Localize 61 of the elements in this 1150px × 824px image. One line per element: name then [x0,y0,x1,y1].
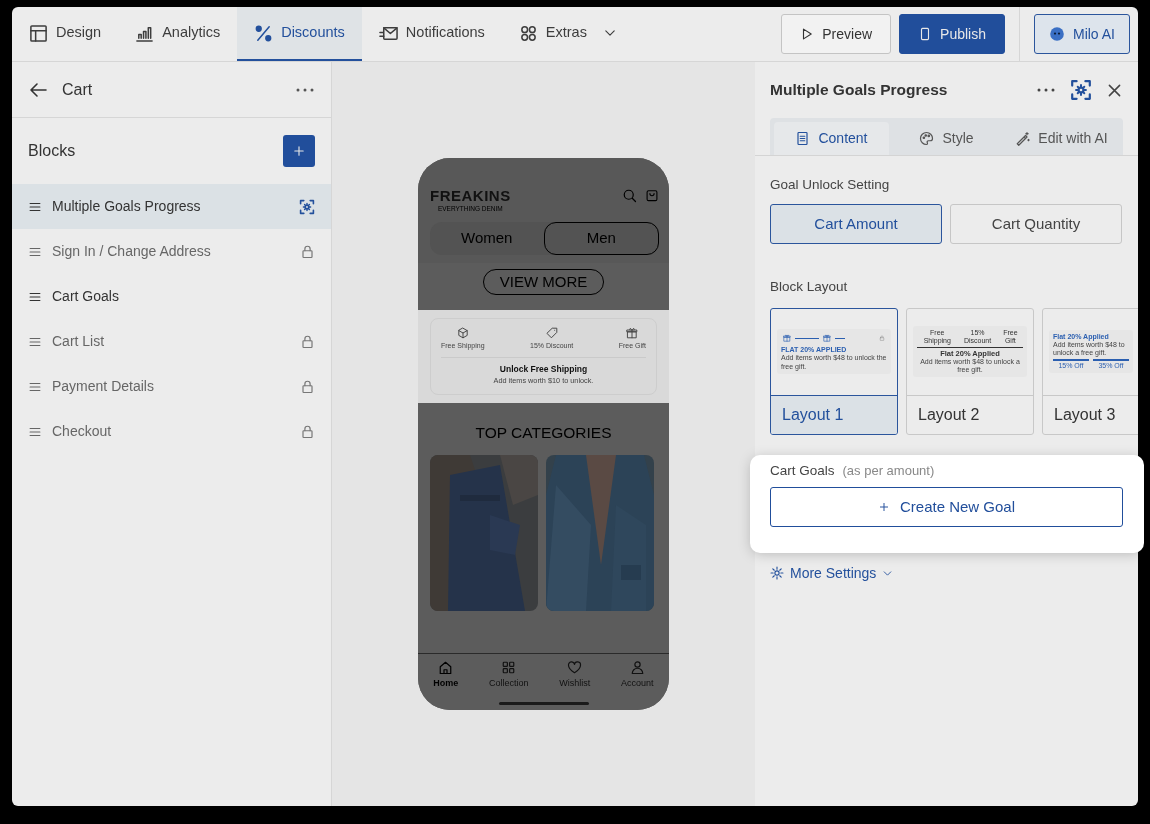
field-hint: (as per amount) [842,461,935,480]
gift-icon [626,327,639,340]
goal-title: Unlock Free Shipping [498,362,589,376]
toggle-option[interactable]: Cart Amount [770,204,942,245]
panel-title: Multiple Goals Progress [770,80,949,101]
field-label: Cart Goals [770,461,835,480]
block-settings-icon[interactable] [1070,79,1092,101]
box-icon [456,327,469,340]
lock-icon [879,335,885,342]
gift-icon [783,334,791,343]
nav-tab[interactable]: Discounts [237,7,362,61]
section-heading: TOP CATEGORIES [474,423,613,444]
lock-icon [300,379,315,394]
assistant-button[interactable]: Milo AI [1034,14,1130,54]
search-icon[interactable] [622,188,637,203]
panel-title: Cart [62,79,94,100]
nav-tab[interactable]: Analytics [118,7,238,61]
user-icon [629,659,645,675]
grid-icon [501,659,517,675]
block-item[interactable]: Cart Goals [12,274,331,319]
heart-icon [567,659,583,675]
section-title: Blocks [28,141,76,161]
magic-wand-icon [1015,131,1031,146]
bot-icon [1049,26,1065,42]
panel-tab[interactable]: Edit with AI [1004,122,1119,155]
toggle-option[interactable]: Cart Quantity [950,204,1122,245]
field-label: Goal Unlock Setting [770,176,891,194]
panel-tab[interactable]: Style [889,122,1004,155]
block-item[interactable]: Payment Details [12,364,331,409]
preview-button[interactable]: Preview [781,14,892,54]
grid-icon [518,23,538,43]
document-icon [795,131,811,146]
gift-icon [823,334,831,343]
tag-icon [545,327,558,340]
field-label: Block Layout [770,278,849,297]
lock-icon [300,424,315,439]
block-item[interactable]: Multiple Goals Progress [12,184,331,229]
nav-tab[interactable]: Extras [501,7,634,61]
create-goal-button[interactable]: Create New Goal [770,486,1123,527]
play-icon [800,27,815,41]
gear-icon [770,566,784,581]
bag-icon[interactable] [645,188,659,202]
panel-tab[interactable]: Content [774,122,889,155]
nav-tab[interactable]: Notifications [361,7,502,61]
nav-tab[interactable]: Design [12,7,119,61]
lock-icon [300,244,315,259]
brand-logo: FREAKINS [430,188,511,203]
palette-icon [919,131,935,146]
block-item[interactable]: Cart List [12,319,331,364]
more-settings-link[interactable]: More Settings [770,562,1123,584]
plus-icon [292,144,306,158]
plus-icon [877,500,890,513]
home-icon [438,659,454,675]
add-block-button[interactable] [283,135,315,167]
block-item[interactable]: Sign In / Change Address [12,229,331,274]
block-item[interactable]: Checkout [12,409,331,454]
block-settings-icon [299,198,315,215]
percent-icon [254,23,274,43]
layout-icon [29,23,48,43]
lock-icon [300,334,315,349]
publish-button[interactable]: Publish [899,14,1005,54]
